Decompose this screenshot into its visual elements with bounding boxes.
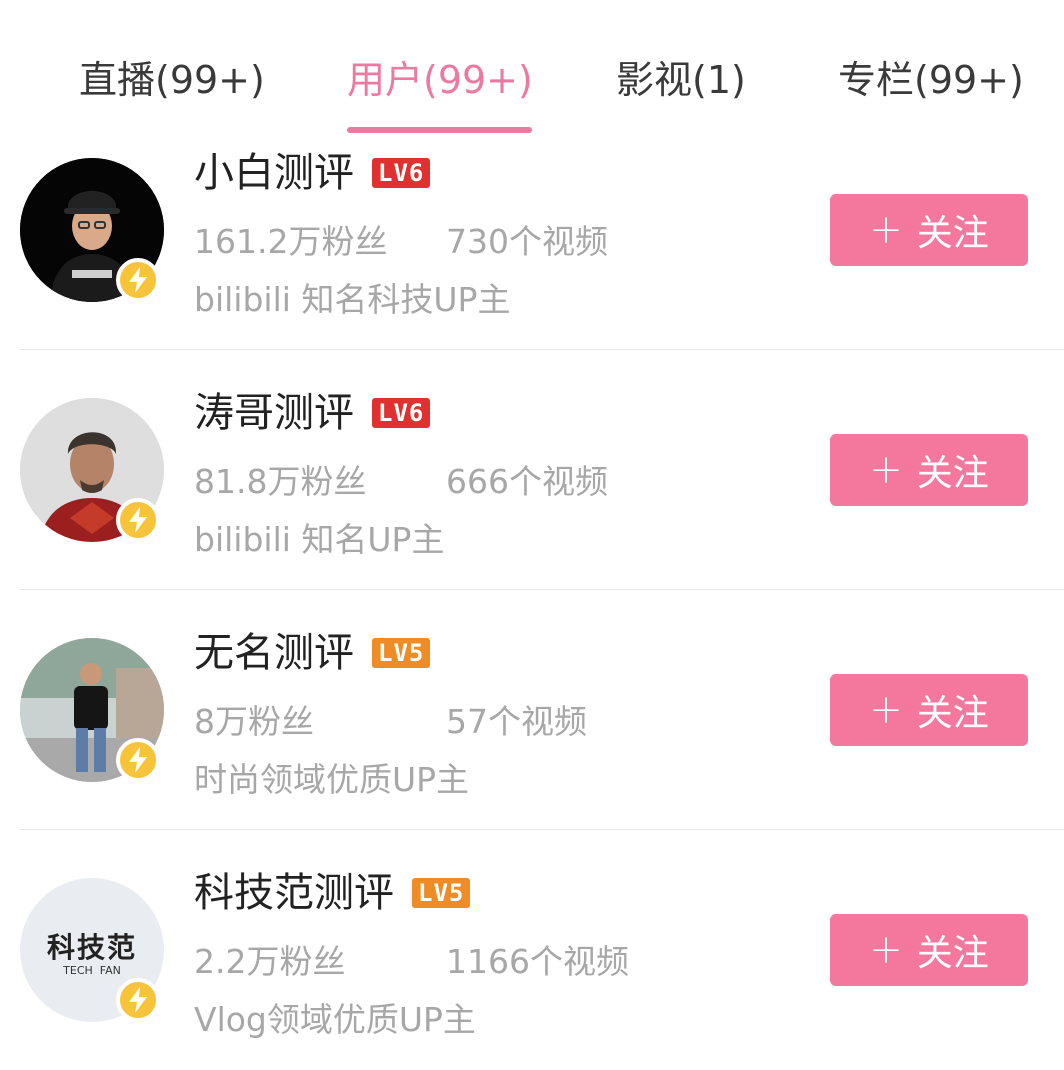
video-count: 57个视频	[446, 702, 587, 741]
follow-label: 关注	[916, 933, 989, 974]
level-badge: LV6	[372, 398, 431, 428]
video-count: 730个视频	[446, 222, 608, 261]
plus-icon: +	[869, 687, 903, 733]
fans-count: 161.2万粉丝	[194, 222, 388, 261]
level-badge: LV5	[412, 878, 471, 908]
tab-articles[interactable]: 专栏(99+)	[838, 52, 1024, 108]
follow-label: 关注	[916, 693, 989, 734]
fans-count: 8万粉丝	[194, 702, 314, 741]
user-name-text[interactable]: 无名测评	[194, 627, 354, 679]
fans-count: 81.8万粉丝	[194, 462, 367, 501]
user-stats: 161.2万粉丝 730个视频	[194, 220, 608, 264]
plus-icon: +	[869, 447, 903, 493]
avatar-logo-text: 科技范	[46, 931, 137, 964]
user-description: bilibili 知名科技UP主	[194, 280, 511, 319]
verified-badge	[116, 738, 160, 782]
user-row[interactable]: 无名测评 LV5 8万粉丝 57个视频 时尚领域优质UP主 + 关注	[0, 590, 1064, 830]
user-description: 时尚领域优质UP主	[194, 760, 470, 799]
user-name-text[interactable]: 涛哥测评	[194, 387, 354, 439]
tab-movies[interactable]: 影视(1)	[616, 52, 746, 108]
tab-live[interactable]: 直播(99+)	[79, 52, 265, 108]
level-badge: LV6	[372, 158, 431, 188]
video-count: 1166个视频	[446, 942, 629, 981]
lightning-icon	[129, 987, 147, 1013]
follow-button[interactable]: + 关注	[830, 674, 1028, 746]
plus-icon: +	[869, 207, 903, 253]
follow-label: 关注	[916, 453, 989, 494]
user-name[interactable]: 小白测评 LV6	[194, 147, 431, 199]
tab-users[interactable]: 用户(99+)	[347, 52, 533, 108]
user-stats: 2.2万粉丝 1166个视频	[194, 940, 629, 984]
follow-button[interactable]: + 关注	[830, 914, 1028, 986]
video-count: 666个视频	[446, 462, 608, 501]
user-name-text[interactable]: 科技范测评	[194, 867, 394, 919]
user-row[interactable]: 科技范 TECH FAN 科技范测评 LV5 2.2万粉丝 1166个视频 Vl…	[0, 830, 1064, 1070]
user-name-text[interactable]: 小白测评	[194, 147, 354, 199]
lightning-icon	[129, 267, 147, 293]
lightning-icon	[129, 747, 147, 773]
user-stats: 8万粉丝 57个视频	[194, 700, 587, 744]
avatar-logo-subtext: TECH FAN	[63, 964, 121, 977]
fans-count: 2.2万粉丝	[194, 942, 346, 981]
user-row[interactable]: 涛哥测评 LV6 81.8万粉丝 666个视频 bilibili 知名UP主 +…	[0, 350, 1064, 590]
follow-button[interactable]: + 关注	[830, 194, 1028, 266]
follow-button[interactable]: + 关注	[830, 434, 1028, 506]
plus-icon: +	[869, 927, 903, 973]
follow-label: 关注	[916, 213, 989, 254]
user-description: Vlog领域优质UP主	[194, 1000, 476, 1039]
lightning-icon	[129, 507, 147, 533]
user-row[interactable]: 小白测评 LV6 161.2万粉丝 730个视频 bilibili 知名科技UP…	[0, 110, 1064, 350]
user-name[interactable]: 涛哥测评 LV6	[194, 387, 431, 439]
verified-badge	[116, 258, 160, 302]
user-name[interactable]: 科技范测评 LV5	[194, 867, 471, 919]
user-name[interactable]: 无名测评 LV5	[194, 627, 431, 679]
level-badge: LV5	[372, 638, 431, 668]
user-stats: 81.8万粉丝 666个视频	[194, 460, 608, 504]
user-description: bilibili 知名UP主	[194, 520, 445, 559]
verified-badge	[116, 978, 160, 1022]
verified-badge	[116, 498, 160, 542]
